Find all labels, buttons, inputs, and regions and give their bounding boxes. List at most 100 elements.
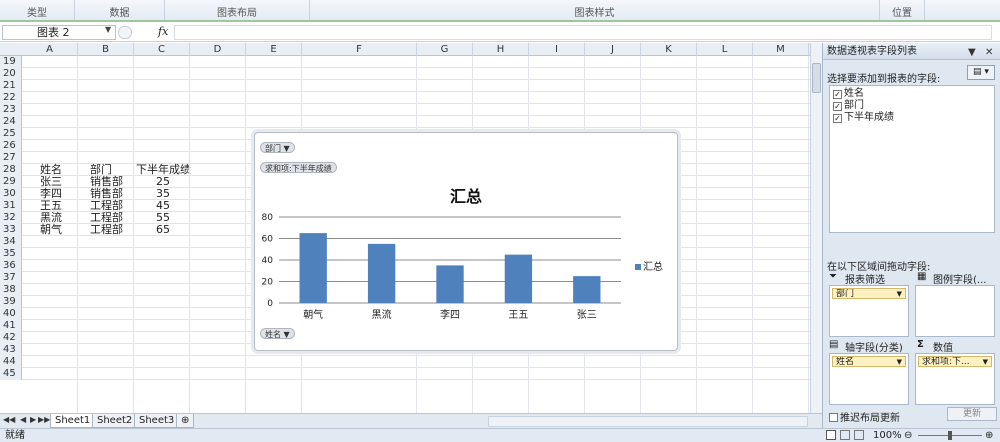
name-box[interactable]: 图表 2 <box>2 25 116 40</box>
checkbox-checked-icon[interactable]: ✓ <box>833 90 842 99</box>
ribbon: 类型 数据 图表布局 图表样式 位置 <box>0 0 1000 22</box>
row-header[interactable]: 22 <box>0 92 22 104</box>
pane-menu-icon[interactable]: ▼ <box>968 44 976 61</box>
row-header[interactable]: 37 <box>0 272 22 284</box>
row-header[interactable]: 23 <box>0 104 22 116</box>
insert-sheet-button[interactable]: ⊕ <box>176 414 194 428</box>
tab-sheet1[interactable]: Sheet1 <box>50 414 96 428</box>
legend-zone[interactable] <box>915 285 995 337</box>
table-row: 44 <box>0 356 810 368</box>
row-header[interactable]: 41 <box>0 320 22 332</box>
filter-zone-tag[interactable]: 部门 ▼ <box>832 288 906 299</box>
table-cell[interactable]: 65 <box>154 224 170 236</box>
close-icon[interactable]: ✕ <box>985 44 993 61</box>
row-header[interactable]: 26 <box>0 140 22 152</box>
row-header[interactable]: 33 <box>0 224 22 236</box>
layout-options-button[interactable]: ▤ ▾ <box>967 65 995 80</box>
row-header[interactable]: 40 <box>0 308 22 320</box>
column-header[interactable]: M <box>753 43 809 56</box>
field-item-score[interactable]: ✓ 下半年成绩 <box>833 112 894 124</box>
checkbox-checked-icon[interactable]: ✓ <box>833 102 842 111</box>
values-zone-tag[interactable]: 求和项:下... ▼ <box>918 356 992 367</box>
column-header[interactable]: B <box>78 43 134 56</box>
row-header[interactable]: 19 <box>0 56 22 68</box>
column-header[interactable]: I <box>529 43 585 56</box>
row-header[interactable]: 34 <box>0 236 22 248</box>
tab-sheet3[interactable]: Sheet3 <box>134 414 180 428</box>
pane-header: 数据透视表字段列表 ▼ ✕ <box>823 43 1000 60</box>
zone-tag-label: 姓名 <box>836 357 855 367</box>
page-layout-icon[interactable] <box>840 430 850 440</box>
column-header[interactable]: L <box>697 43 753 56</box>
last-sheet-icon[interactable]: ▶▶ <box>38 415 50 424</box>
checkbox-checked-icon[interactable]: ✓ <box>833 114 842 123</box>
cancel-formula-button[interactable] <box>118 26 132 39</box>
bar <box>573 276 601 303</box>
horizontal-scrollbar[interactable] <box>488 416 808 427</box>
row-header[interactable]: 44 <box>0 356 22 368</box>
column-header[interactable]: A <box>22 43 78 56</box>
y-tick-label: 60 <box>262 235 274 245</box>
normal-view-icon[interactable] <box>826 430 836 440</box>
field-item-department[interactable]: ✓ 部门 <box>833 100 864 112</box>
row-header[interactable]: 25 <box>0 128 22 140</box>
column-header[interactable]: C <box>134 43 190 56</box>
vertical-scrollbar[interactable] <box>810 43 822 413</box>
tab-sheet2[interactable]: Sheet2 <box>92 414 138 428</box>
first-sheet-icon[interactable]: ◀◀ <box>3 415 15 424</box>
row-header[interactable]: 29 <box>0 176 22 188</box>
column-header[interactable]: G <box>417 43 473 56</box>
row-header[interactable]: 36 <box>0 260 22 272</box>
row-header[interactable]: 39 <box>0 296 22 308</box>
scroll-thumb[interactable] <box>812 63 821 93</box>
row-header[interactable]: 32 <box>0 212 22 224</box>
row-header[interactable]: 20 <box>0 68 22 80</box>
page-break-icon[interactable] <box>854 430 864 440</box>
row-header[interactable]: 24 <box>0 116 22 128</box>
grid-line <box>77 56 78 413</box>
chevron-down-icon[interactable]: ▼ <box>105 25 111 34</box>
row-header[interactable]: 28 <box>0 164 22 176</box>
row-header[interactable]: 31 <box>0 200 22 212</box>
column-header[interactable]: K <box>641 43 697 56</box>
column-header[interactable]: F <box>302 43 417 56</box>
axis-zone[interactable]: 姓名 ▼ <box>829 353 909 405</box>
chart-axis-field-button[interactable]: 姓名 ▼ <box>260 328 295 339</box>
zoom-slider-thumb[interactable] <box>948 431 952 440</box>
row-header[interactable]: 42 <box>0 332 22 344</box>
zoom-in-icon[interactable]: ⊕ <box>985 429 993 442</box>
zoom-out-icon[interactable]: ⊖ <box>904 429 912 442</box>
row-header[interactable]: 35 <box>0 248 22 260</box>
values-zone[interactable]: 求和项:下... ▼ <box>915 353 995 405</box>
row-header[interactable]: 27 <box>0 152 22 164</box>
table-row: 20 <box>0 68 810 80</box>
row-header[interactable]: 30 <box>0 188 22 200</box>
zoom-level[interactable]: 100% <box>873 429 902 442</box>
column-header[interactable]: E <box>246 43 302 56</box>
checkbox-icon[interactable] <box>829 413 838 422</box>
row-header[interactable]: 21 <box>0 80 22 92</box>
table-cell[interactable]: 朝气 <box>40 224 62 236</box>
field-item-name[interactable]: ✓ 姓名 <box>833 88 864 100</box>
row-header[interactable]: 45 <box>0 368 22 380</box>
column-header[interactable]: J <box>585 43 641 56</box>
column-header[interactable]: H <box>473 43 529 56</box>
choose-fields-label: 选择要添加到报表的字段: <box>827 74 941 85</box>
defer-layout-option[interactable]: 推迟布局更新 <box>829 409 900 424</box>
row-header[interactable]: 38 <box>0 284 22 296</box>
ribbon-group-location: 位置 <box>880 0 925 20</box>
row-header[interactable]: 43 <box>0 344 22 356</box>
function-icon[interactable]: fx <box>158 25 168 38</box>
bar <box>367 243 396 303</box>
prev-sheet-icon[interactable]: ◀ <box>20 415 26 424</box>
column-header[interactable]: D <box>190 43 246 56</box>
chart-plot: 0 20 40 60 80 朝气 黑流 李四 王五 张三 汇总 <box>262 213 663 321</box>
formula-input[interactable] <box>174 25 992 40</box>
table-cell[interactable]: 工程部 <box>90 224 123 236</box>
axis-zone-tag[interactable]: 姓名 ▼ <box>832 356 906 367</box>
pivot-chart[interactable]: 部门 ▼ 求和项:下半年成绩 汇总 0 20 40 60 80 朝气 黑流 李四 王五 张三 汇总 … <box>254 132 678 351</box>
filter-zone[interactable]: 部门 ▼ <box>829 285 909 337</box>
update-button[interactable]: 更新 <box>947 407 997 421</box>
next-sheet-icon[interactable]: ▶ <box>30 415 36 424</box>
pane-title: 数据透视表字段列表 <box>827 46 917 57</box>
